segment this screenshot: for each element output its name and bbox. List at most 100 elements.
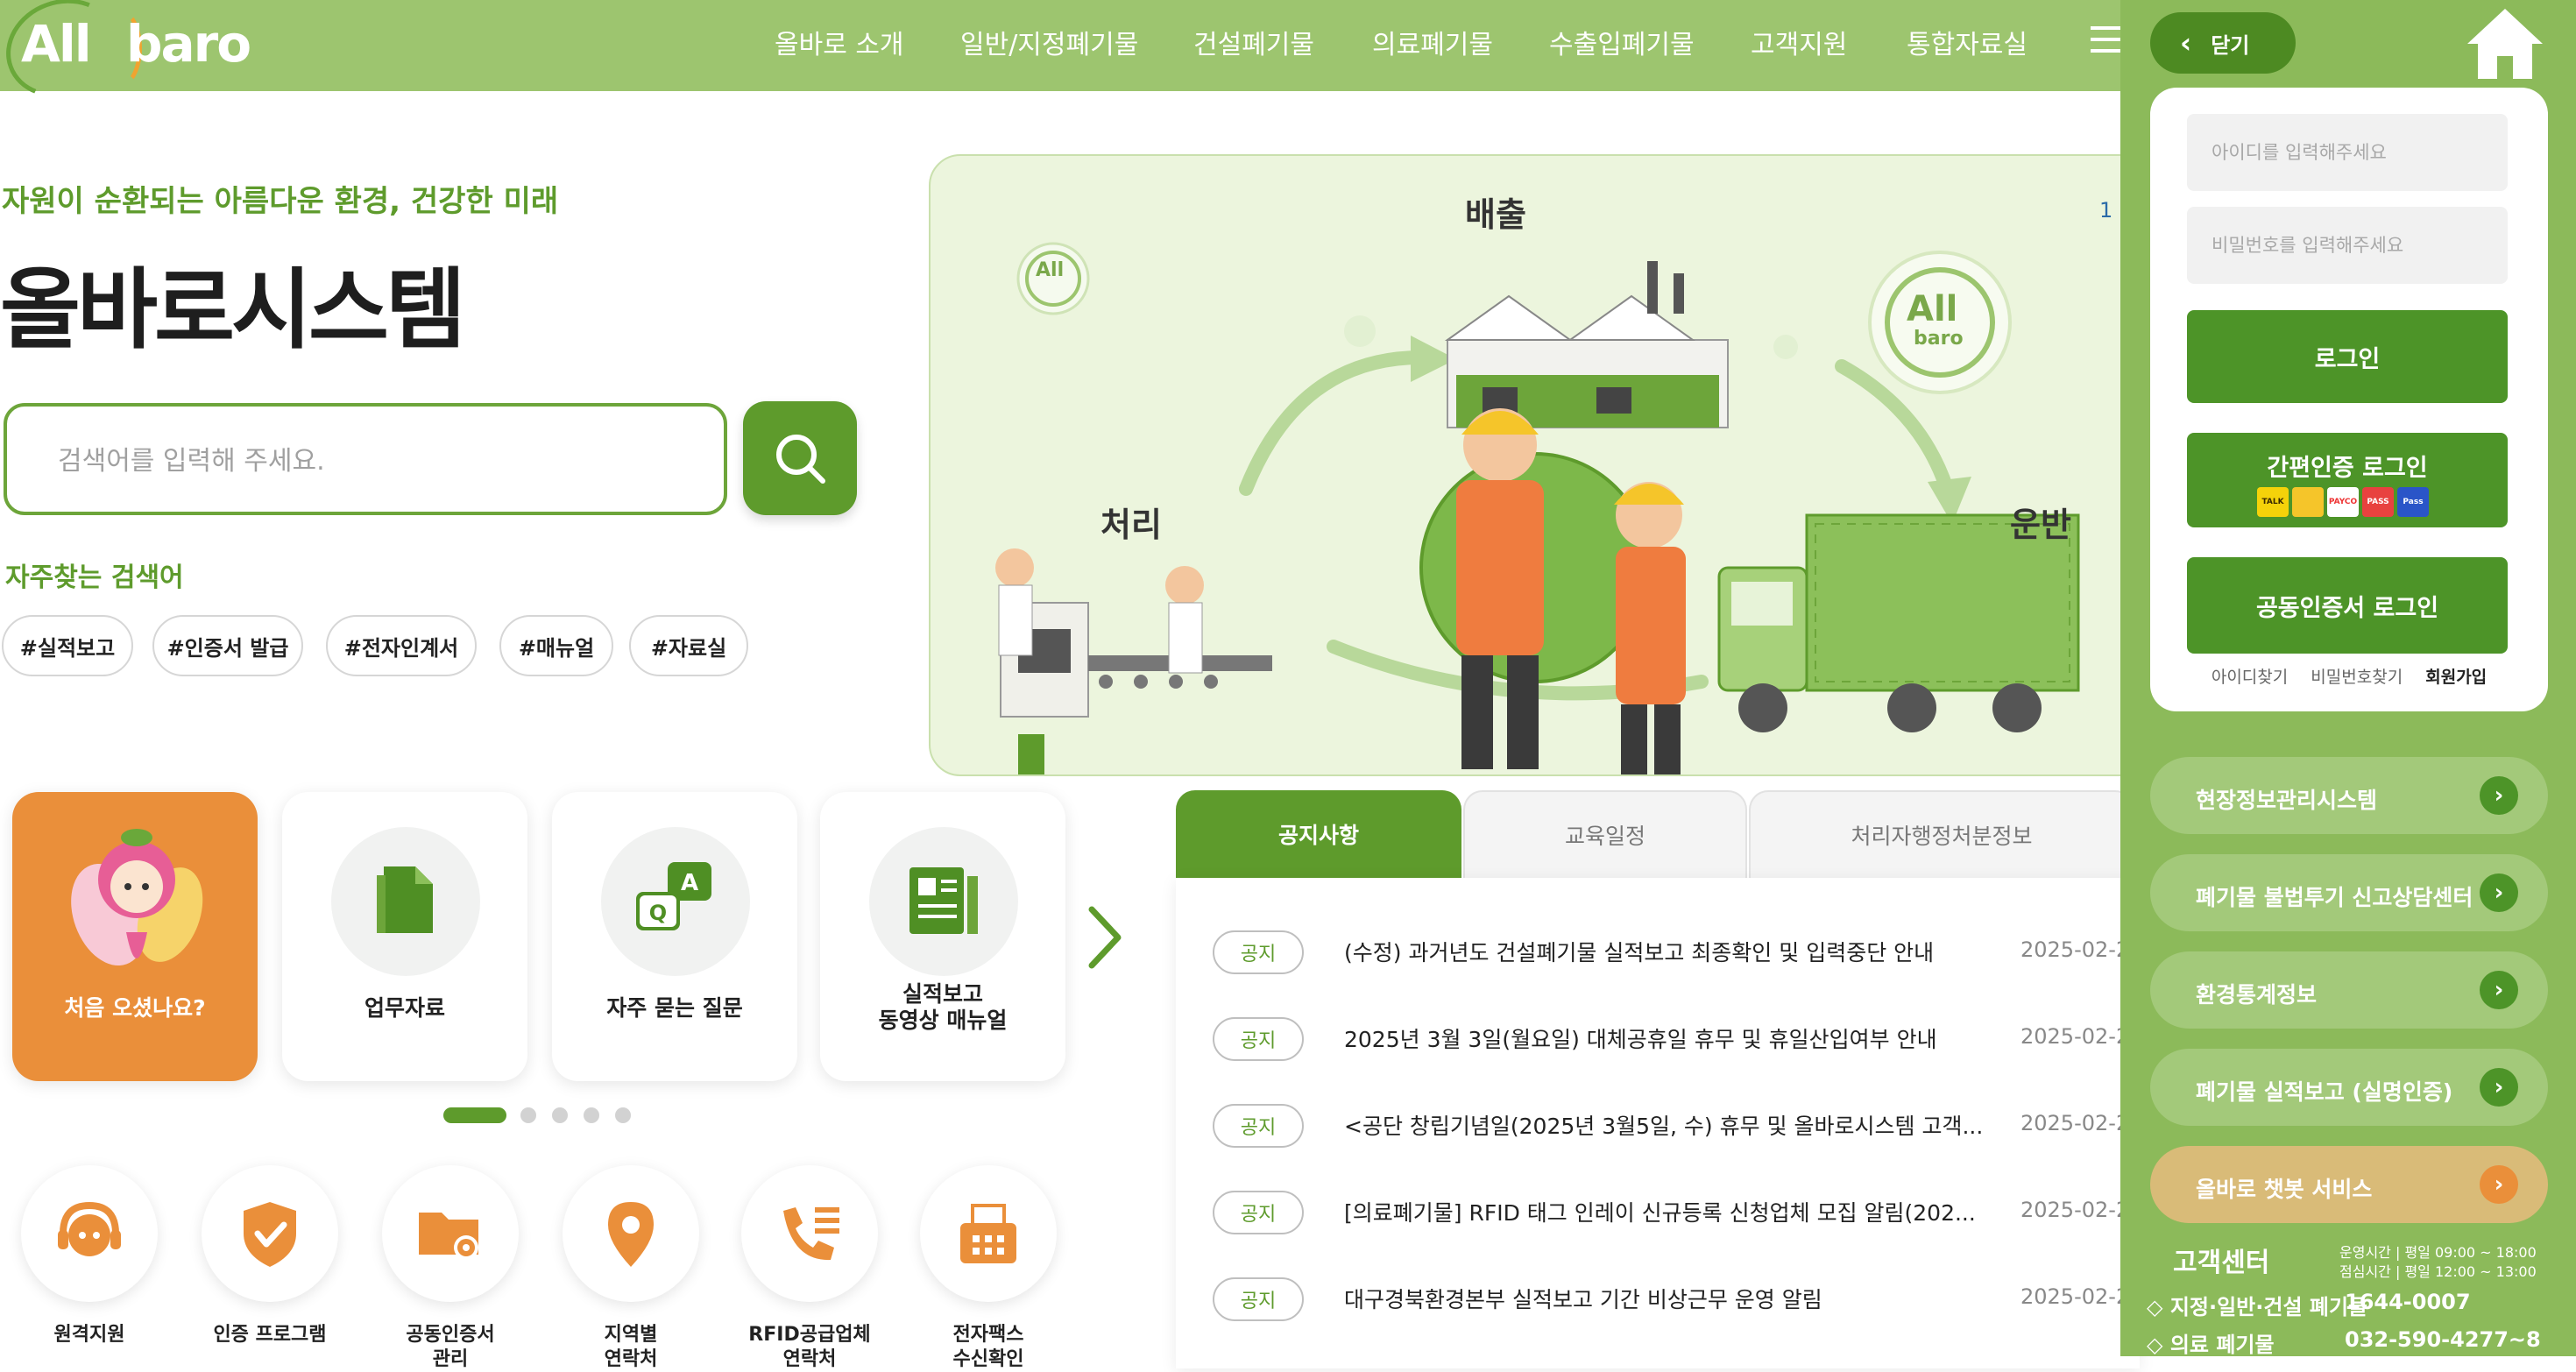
badge-all-small: All bbox=[1036, 259, 1065, 281]
easy-login-button[interactable]: 간편인증 로그인 TALK PAYCO PASS Pass bbox=[2187, 433, 2508, 527]
search-tag[interactable]: #인증서 발급 bbox=[152, 615, 303, 676]
nav-import-export-waste[interactable]: 수출입폐기물 bbox=[1549, 23, 1695, 61]
notice-row[interactable]: 공지 (수정) 과거년도 건설폐기물 실적보고 최종확인 및 입력중단 안내 2… bbox=[1176, 923, 2140, 976]
quick-link-label: 공동인증서 관리 bbox=[406, 1324, 495, 1370]
search-icon bbox=[776, 435, 825, 484]
nav-construction-waste[interactable]: 건설폐기물 bbox=[1193, 23, 1314, 61]
cs-line-general-number[interactable]: 1644-0007 bbox=[2345, 1290, 2471, 1314]
nav-customer-support[interactable]: 고객지원 bbox=[1751, 23, 1847, 61]
chevron-right-icon: › bbox=[2480, 971, 2518, 1009]
location-icon bbox=[608, 1202, 654, 1267]
tab-admin-disposition[interactable]: 처리자행정처분정보 bbox=[1749, 790, 2134, 878]
close-button[interactable]: ‹ 닫기 bbox=[2150, 12, 2296, 74]
find-password-link[interactable]: 비밀번호찾기 bbox=[2311, 668, 2403, 687]
notice-row[interactable]: 공지 <공단 창립기념일(2025년 3월5일, 수) 휴무 및 올바로시스템 … bbox=[1176, 1097, 2140, 1149]
login-card: 로그인 간편인증 로그인 TALK PAYCO PASS Pass 공동인증서 … bbox=[2150, 88, 2548, 711]
tab-notice[interactable]: 공지사항 bbox=[1176, 790, 1461, 878]
label-transport: 운반 bbox=[2010, 506, 2071, 544]
side-link-illegal-dumping[interactable]: 폐기물 불법투기 신고상담센터 › bbox=[2150, 854, 2548, 931]
label-emission: 배출 bbox=[1465, 195, 1526, 234]
tile-video-manual[interactable]: 실적보고 동영상 매뉴얼 bbox=[820, 792, 1065, 1081]
notice-title[interactable]: <공단 창립기념일(2025년 3월5일, 수) 휴무 및 올바로시스템 고객.… bbox=[1344, 1109, 1983, 1141]
nav-intro[interactable]: 올바로 소개 bbox=[775, 23, 904, 61]
quick-link-label: 인증 프로그램 bbox=[213, 1324, 327, 1346]
notice-row[interactable]: 공지 [의료폐기물] RFID 태그 인레이 신규등록 신청업체 모집 알림(2… bbox=[1176, 1184, 2140, 1236]
allbaro-logo[interactable]: All baro bbox=[0, 0, 275, 113]
tile-icon-bg bbox=[869, 827, 1018, 976]
search-input[interactable] bbox=[58, 442, 671, 480]
tile-label: 실적보고 동영상 매뉴얼 bbox=[878, 981, 1008, 1033]
notice-row[interactable]: 공지 대구경북환경본부 실적보고 기간 비상근무 운영 알림 2025-02-2 bbox=[1176, 1270, 2140, 1323]
search-tag[interactable]: #실적보고 bbox=[2, 615, 133, 676]
quick-link-label: RFID공급업체 연락처 bbox=[748, 1324, 871, 1370]
side-link-chatbot[interactable]: 올바로 챗봇 서비스 › bbox=[2150, 1146, 2548, 1223]
slide-counter: 1 bbox=[2099, 198, 2113, 223]
nav-medical-waste[interactable]: 의료폐기물 bbox=[1372, 23, 1493, 61]
nav-general-waste[interactable]: 일반/지정폐기물 bbox=[960, 23, 1138, 61]
tile-label: 처음 오셨나요? bbox=[64, 995, 206, 1021]
notice-title[interactable]: (수정) 과거년도 건설폐기물 실적보고 최종확인 및 입력중단 안내 bbox=[1344, 936, 1934, 967]
tab-education[interactable]: 교육일정 bbox=[1463, 790, 1747, 878]
cs-hours-weekday: 운영시간 | 평일 09:00 ~ 18:00 bbox=[2339, 1244, 2537, 1261]
carousel-dot[interactable] bbox=[615, 1107, 631, 1123]
hamburger-menu-icon[interactable] bbox=[2091, 26, 2120, 56]
recycling-illustration bbox=[995, 242, 2080, 774]
signup-link[interactable]: 회원가입 bbox=[2425, 668, 2487, 687]
tile-label: 자주 묻는 질문 bbox=[606, 995, 743, 1021]
side-link-label: 현장정보관리시스템 bbox=[2196, 788, 2378, 813]
chevron-right-icon: › bbox=[2480, 873, 2518, 912]
top-header: All baro 올바로 소개 일반/지정폐기물 건설폐기물 의료폐기물 수출입… bbox=[0, 0, 2120, 113]
efax-button[interactable] bbox=[920, 1165, 1057, 1302]
password-input[interactable] bbox=[2187, 207, 2508, 284]
tile-icon-bg bbox=[331, 827, 480, 976]
notice-date: 2025-02-2 bbox=[2020, 1111, 2130, 1135]
side-link-label: 폐기물 실적보고 (실명인증) bbox=[2196, 1079, 2453, 1105]
cs-line-medical-number[interactable]: 032-590-4277~8 bbox=[2345, 1327, 2541, 1352]
page-title: 올바로시스템 bbox=[0, 258, 466, 361]
side-panel: ‹ 닫기 로그인 간편인증 로그인 TALK PAYCO PASS Pass 공… bbox=[2120, 0, 2576, 1357]
tile-work-materials[interactable]: 업무자료 bbox=[282, 792, 527, 1081]
home-icon[interactable] bbox=[2466, 5, 2544, 81]
search-box bbox=[4, 403, 727, 515]
logo-text-all: All bbox=[21, 14, 92, 74]
login-button[interactable]: 로그인 bbox=[2187, 310, 2508, 403]
regional-contact-button[interactable] bbox=[563, 1165, 699, 1302]
chevron-right-icon: › bbox=[2480, 1165, 2518, 1204]
search-tag[interactable]: #매뉴얼 bbox=[499, 615, 613, 676]
notice-date: 2025-02-2 bbox=[2020, 1024, 2130, 1049]
carousel-dot[interactable] bbox=[520, 1107, 536, 1123]
carousel-dot[interactable] bbox=[584, 1107, 599, 1123]
notice-tabs: 공지사항 교육일정 처리자행정처분정보 bbox=[1176, 790, 2140, 878]
side-link-env-stats[interactable]: 환경통계정보 › bbox=[2150, 951, 2548, 1029]
hero-illustration: 배출 처리 운반 All All baro bbox=[929, 154, 2155, 776]
badge-all-large: All bbox=[1907, 289, 1958, 329]
find-id-link[interactable]: 아이디찾기 bbox=[2212, 668, 2288, 687]
search-button[interactable] bbox=[743, 401, 857, 515]
tile-faq[interactable]: A Q 자주 묻는 질문 bbox=[552, 792, 797, 1081]
side-link-performance-report[interactable]: 폐기물 실적보고 (실명인증) › bbox=[2150, 1049, 2548, 1126]
side-link-label: 환경통계정보 bbox=[2196, 982, 2318, 1008]
notice-row[interactable]: 공지 2025년 3월 3일(월요일) 대체공휴일 휴무 및 휴일산입여부 안내… bbox=[1176, 1010, 2140, 1063]
notice-list: 공지 (수정) 과거년도 건설폐기물 실적보고 최종확인 및 입력중단 안내 2… bbox=[1176, 878, 2140, 1368]
svg-text:Q: Q bbox=[649, 901, 667, 925]
cert-manage-button[interactable] bbox=[382, 1165, 519, 1302]
cert-login-button[interactable]: 공동인증서 로그인 bbox=[2187, 557, 2508, 654]
auth-program-button[interactable] bbox=[202, 1165, 338, 1302]
toss-icon bbox=[2292, 487, 2324, 517]
search-tag[interactable]: #전자인계서 bbox=[326, 615, 477, 676]
carousel-dot-active[interactable] bbox=[443, 1107, 506, 1123]
chevron-right-icon[interactable] bbox=[1083, 902, 1127, 972]
notice-title[interactable]: [의료폐기물] RFID 태그 인레이 신규등록 신청업체 모집 알림(202.… bbox=[1344, 1196, 1976, 1227]
rfid-supplier-button[interactable] bbox=[741, 1165, 878, 1302]
remote-support-button[interactable] bbox=[21, 1165, 158, 1302]
notice-badge: 공지 bbox=[1213, 1017, 1304, 1061]
cs-line-general-label: ◇ 지정·일반·건설 폐기물 bbox=[2147, 1295, 2368, 1319]
id-input[interactable] bbox=[2187, 114, 2508, 191]
search-tag[interactable]: #자료실 bbox=[629, 615, 748, 676]
tile-first-visit[interactable]: 처음 오셨나요? bbox=[12, 792, 258, 1081]
notice-title[interactable]: 2025년 3월 3일(월요일) 대체공휴일 휴무 및 휴일산입여부 안내 bbox=[1344, 1022, 1937, 1054]
nav-archive[interactable]: 통합자료실 bbox=[1907, 23, 2028, 61]
notice-title[interactable]: 대구경북환경본부 실적보고 기간 비상근무 운영 알림 bbox=[1344, 1283, 1822, 1314]
carousel-dot[interactable] bbox=[552, 1107, 568, 1123]
side-link-site-info[interactable]: 현장정보관리시스템 › bbox=[2150, 757, 2548, 834]
